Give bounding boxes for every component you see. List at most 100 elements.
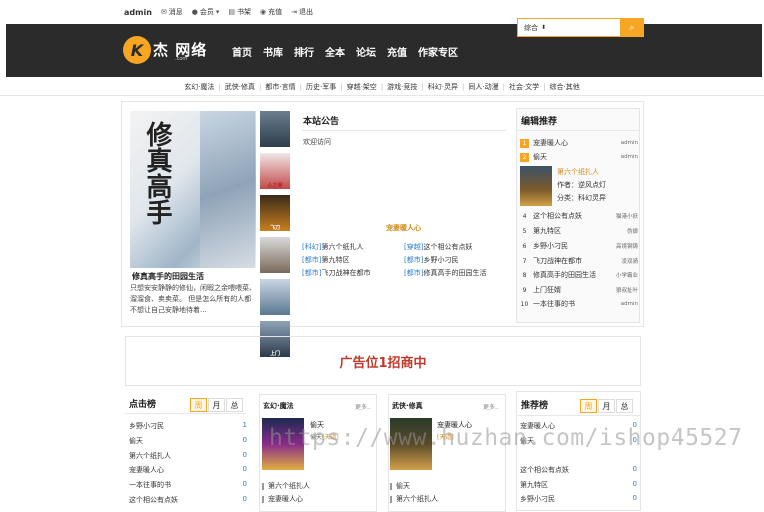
thumb-cover[interactable]: 心之网 bbox=[260, 153, 290, 189]
main-nav: 首页 书库 排行 全本 论坛 充值 作家专区 bbox=[232, 44, 458, 59]
divider bbox=[0, 95, 764, 96]
divider bbox=[516, 415, 641, 416]
list-item[interactable]: 5 第九特区 伪娘 bbox=[520, 226, 638, 236]
more-link[interactable]: 更多.. bbox=[483, 402, 499, 411]
tab-week[interactable]: 周 bbox=[190, 398, 207, 412]
table-row[interactable]: 这个相公有点妖 0 bbox=[129, 495, 247, 505]
genre-list: 第六个纸扎人 宠妻暖人心 bbox=[262, 480, 310, 506]
category-link[interactable]: 社会·文学 bbox=[509, 82, 539, 92]
tab-month[interactable]: 月 bbox=[598, 399, 615, 413]
nav-recharge[interactable]: 充值 bbox=[387, 44, 407, 59]
category-link[interactable]: 武侠·修真 bbox=[225, 82, 255, 92]
table-row[interactable]: 一本往事的书 0 bbox=[129, 480, 247, 490]
site-header: K 杰 网络 .com 首页 书库 排行 全本 论坛 充值 作家专区 bbox=[6, 24, 762, 77]
list-item[interactable]: [穿越]这个相公有点妖 bbox=[404, 241, 506, 254]
category-link[interactable]: 综合·其他 bbox=[550, 82, 580, 92]
feature-book-cover[interactable]: 修真高手 bbox=[130, 111, 256, 268]
table-row[interactable]: 乡野小刁民 0 bbox=[520, 494, 637, 504]
list-item[interactable]: 1 宠妻暖人心 admin bbox=[520, 138, 638, 148]
more-link[interactable]: 更多.. bbox=[355, 402, 371, 411]
category-bar: 玄幻·魔法 | 武侠·修真 | 都市·言情 | 历史·军事 | 穿越·架空 | 游戏·竞技… bbox=[184, 82, 580, 92]
editor-picks-title: 编辑推荐 bbox=[521, 117, 558, 127]
list-item[interactable]: 8 修真高手的田园生活 小学霸业 bbox=[520, 270, 638, 280]
user-icon: ● bbox=[191, 8, 198, 16]
table-row[interactable]: 宠妻暖人心 0 bbox=[129, 465, 247, 475]
category-link[interactable]: 游戏·竞技 bbox=[387, 82, 417, 92]
feature-book-title[interactable]: 修真高手的田园生活 bbox=[132, 271, 204, 282]
category-link[interactable]: 历史·军事 bbox=[306, 82, 336, 92]
top-bar: admin ✉ 消息 ● 会员 ▾ ▤ 书架 ◉ 充值 ⇥ 退出 bbox=[0, 0, 764, 24]
divider bbox=[516, 130, 640, 131]
genre-title: 武侠·修真 bbox=[392, 402, 423, 410]
table-row[interactable]: 偷天 0 bbox=[129, 436, 247, 446]
table-row[interactable]: 第六个纸扎人 0 bbox=[129, 451, 247, 461]
feature-book-desc: 只想安安静静的修仙，闲暇之余喂喂菜、溜溜食、卖卖菜。 但是怎么所有的人都不想让自… bbox=[130, 284, 256, 314]
table-row[interactable]: 这个相公有点妖 0 bbox=[520, 465, 637, 475]
thumbnail-list: 心之网 飞刀 上门 bbox=[260, 111, 290, 363]
list-item[interactable]: 偷天 bbox=[390, 480, 438, 493]
category-link[interactable]: 同人·动漫 bbox=[468, 82, 498, 92]
list-item[interactable]: 9 上门狂婿 狼叔扯叶 bbox=[520, 285, 638, 295]
nav-home[interactable]: 首页 bbox=[232, 44, 252, 59]
thumb-cover[interactable] bbox=[260, 279, 290, 315]
list-item[interactable]: [科幻]第六个纸扎人 bbox=[302, 241, 404, 254]
search-button[interactable]: ⌕ bbox=[620, 18, 644, 37]
list-item[interactable]: [都市]第九特区 bbox=[302, 254, 404, 267]
featured-pick-author: 作者：逆风点灯 bbox=[557, 181, 606, 189]
category-link[interactable]: 穿越·架空 bbox=[347, 82, 377, 92]
nav-ranking[interactable]: 排行 bbox=[294, 44, 314, 59]
genre-title: 玄幻·魔法 bbox=[263, 402, 294, 410]
logout-icon: ⇥ bbox=[291, 8, 298, 16]
mail-icon: ✉ bbox=[160, 8, 167, 16]
list-item[interactable]: [都市]修真高手的田园生活 bbox=[404, 267, 506, 280]
divider bbox=[302, 130, 506, 131]
search-type-select[interactable]: 综合 ⬍ bbox=[517, 18, 621, 37]
list-item[interactable]: [都市]乡野小刁民 bbox=[404, 254, 506, 267]
list-item[interactable]: 10 一本往事的书 admin bbox=[520, 299, 638, 309]
table-row[interactable]: 乡野小刁民 1 bbox=[129, 421, 247, 431]
nav-author-zone[interactable]: 作家专区 bbox=[418, 44, 458, 59]
list-item[interactable]: 2 偷天 admin bbox=[520, 152, 638, 162]
thumb-cover[interactable] bbox=[260, 111, 290, 147]
site-logo[interactable]: K 杰 网络 .com bbox=[123, 36, 207, 64]
list-item[interactable]: [都市]飞刀战神在都市 bbox=[302, 267, 404, 280]
tab-month[interactable]: 月 bbox=[208, 398, 225, 412]
featured-pick-cover[interactable] bbox=[520, 166, 552, 206]
tab-total[interactable]: 总 bbox=[616, 399, 633, 413]
nav-complete[interactable]: 全本 bbox=[325, 44, 345, 59]
username-link[interactable]: admin bbox=[124, 8, 152, 17]
genre-list: 偷天 第六个纸扎人 bbox=[390, 480, 438, 506]
thumb-cover[interactable] bbox=[260, 237, 290, 273]
table-row[interactable]: 第九特区 0 bbox=[520, 480, 637, 490]
notice-highlight-link[interactable]: 宠妻暖人心 bbox=[386, 223, 421, 233]
chevron-down-icon: ▾ bbox=[215, 8, 220, 16]
category-link[interactable]: 玄幻·魔法 bbox=[184, 82, 214, 92]
list-item[interactable]: 第六个纸扎人 bbox=[390, 493, 438, 506]
bookshelf-icon: ▤ bbox=[228, 8, 236, 16]
logout-link[interactable]: ⇥ 退出 bbox=[291, 7, 313, 17]
list-item[interactable]: 4 这个相公有点妖 猫港小妖 bbox=[520, 211, 638, 221]
nav-forum[interactable]: 论坛 bbox=[356, 44, 376, 59]
list-item[interactable]: 宠妻暖人心 bbox=[262, 493, 310, 506]
list-item[interactable]: 第六个纸扎人 bbox=[262, 480, 310, 493]
notice-title: 本站公告 bbox=[303, 117, 340, 127]
thumb-cover[interactable]: 飞刀 bbox=[260, 195, 290, 231]
messages-link[interactable]: ✉ 消息 bbox=[161, 7, 183, 17]
cover-figure bbox=[200, 111, 255, 268]
ad-banner[interactable]: 广告位1招商中 bbox=[125, 336, 641, 386]
divider bbox=[125, 413, 246, 414]
tab-week[interactable]: 周 bbox=[580, 399, 597, 413]
notice-links: [科幻]第六个纸扎人 [穿越]这个相公有点妖 [都市]第九特区 [都市]乡野小刁… bbox=[302, 241, 512, 280]
coin-icon: ◉ bbox=[260, 8, 267, 16]
category-link[interactable]: 都市·言情 bbox=[265, 82, 295, 92]
member-link[interactable]: ● 会员 ▾ bbox=[192, 7, 220, 17]
recharge-link[interactable]: ◉ 充值 bbox=[260, 7, 282, 17]
bookshelf-link[interactable]: ▤ 书架 bbox=[228, 7, 251, 17]
category-link[interactable]: 科幻·灵异 bbox=[428, 82, 458, 92]
list-item[interactable]: 7 飞刀战神在都市 凌双骑 bbox=[520, 256, 638, 266]
list-item[interactable]: 6 乡野小刁民 高境钢铸 bbox=[520, 241, 638, 251]
nav-library[interactable]: 书库 bbox=[263, 44, 283, 59]
tab-total[interactable]: 总 bbox=[226, 398, 243, 412]
featured-pick-title[interactable]: 第六个纸扎人 bbox=[557, 167, 599, 177]
notice-text: 欢迎访问 bbox=[303, 138, 331, 146]
